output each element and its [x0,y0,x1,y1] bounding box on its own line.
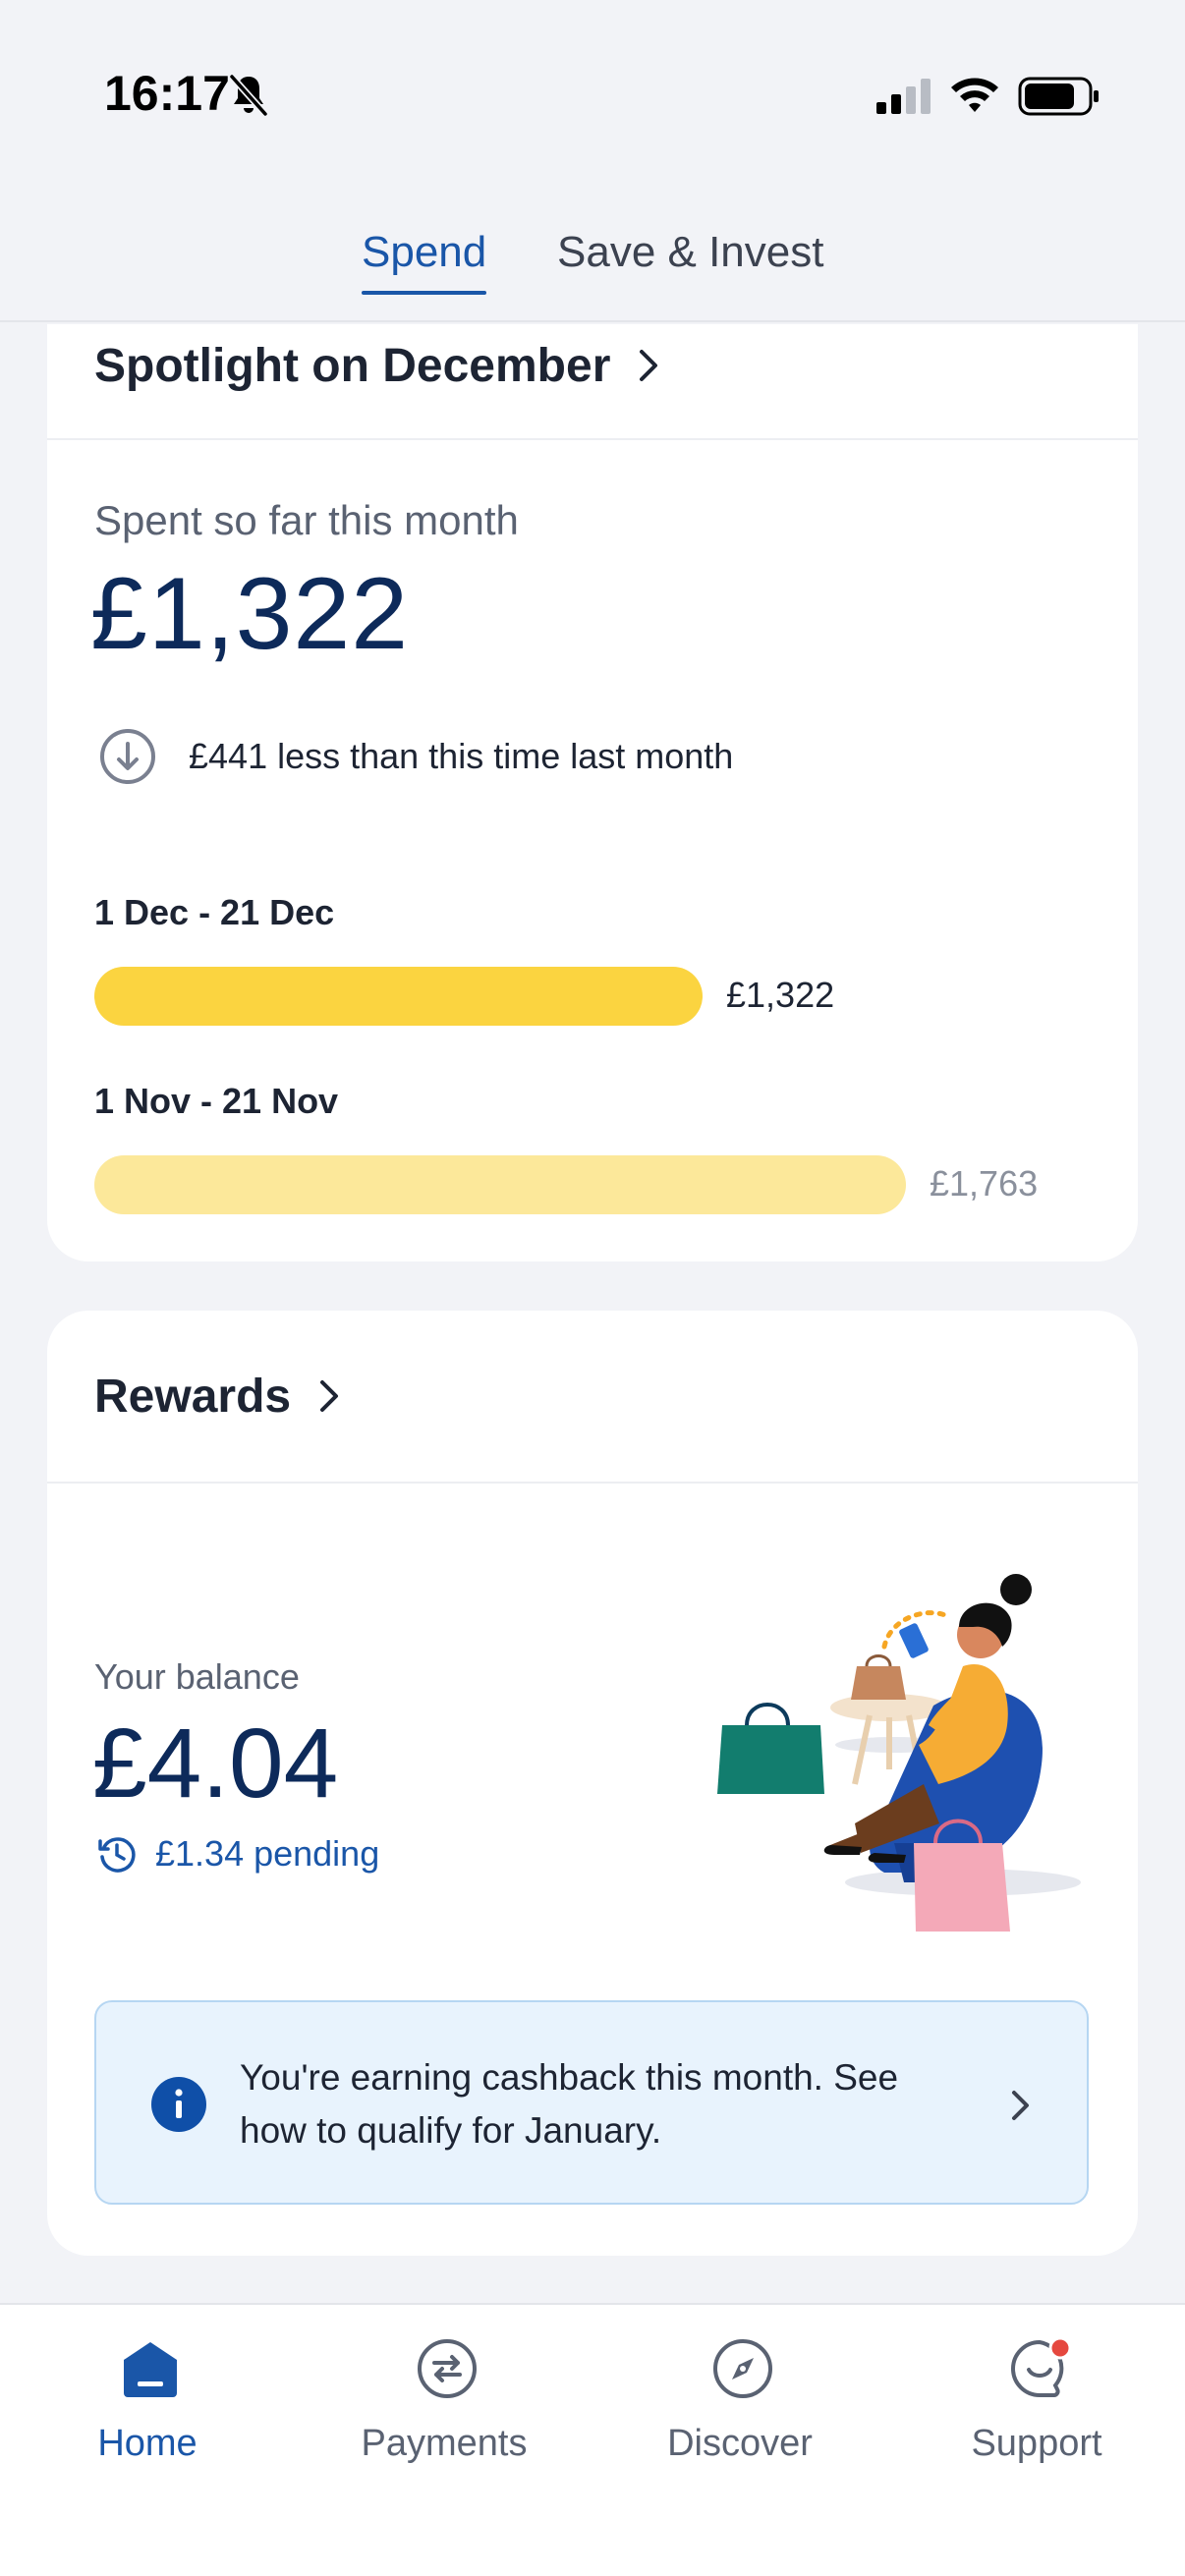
period-label-previous: 1 Nov - 21 Nov [94,1081,339,1121]
compass-icon [713,2339,772,2398]
spotlight-header[interactable]: Spotlight on December [47,324,1138,440]
nav-label-payments: Payments [361,2423,528,2464]
clock-history-icon [98,1837,136,1873]
spotlight-card: Spotlight on December Spent so far this … [47,324,1138,1261]
spent-label: Spent so far this month [94,497,519,543]
tab-save-invest[interactable]: Save & Invest [557,228,823,277]
balance-label: Your balance [94,1656,300,1697]
chevron-right-icon [1012,2091,1029,2120]
spent-amount: £1,322 [90,557,410,671]
pending-row: £1.34 pending [96,1833,379,1875]
spend-bar-current [94,967,703,1026]
bell-muted-icon [229,74,268,117]
spend-value-current: £1,322 [726,975,835,1015]
nav-item-discover[interactable]: Discover [592,2305,887,2501]
period-label-current: 1 Dec - 21 Dec [94,892,335,932]
arrow-down-circle-icon [100,729,155,784]
chevron-right-icon [640,350,658,381]
spend-comparison: £441 less than this time last month [98,727,733,786]
tab-spend[interactable]: Spend [362,228,487,295]
info-icon [151,2077,206,2132]
cashback-info-text: You're earning cashback this month. See … [240,2057,899,2151]
tab-save-invest-label: Save & Invest [557,228,824,276]
rewards-header[interactable]: Rewards [47,1311,1138,1484]
status-time: 16:17 [104,66,230,121]
nav-label-home: Home [97,2423,198,2464]
top-tabs: Spend Save & Invest [0,218,1185,322]
status-bar: 16:17 [0,0,1185,187]
comparison-text: £441 less than this time last month [189,736,734,776]
transfer-icon [418,2339,477,2398]
rewards-title: Rewards [94,1370,292,1423]
chat-icon [1011,2336,1072,2397]
spotlight-title: Spotlight on December [94,339,611,392]
nav-label-support: Support [971,2423,1102,2464]
wifi-icon [951,78,998,112]
rewards-card: Rewards Your balance £4.04 £1.34 pending [47,1311,1138,2256]
spend-bar-previous [94,1155,906,1214]
tab-spend-label: Spend [362,228,487,276]
nav-item-payments[interactable]: Payments [297,2305,592,2501]
notification-dot [1048,2336,1072,2360]
spend-value-previous: £1,763 [930,1163,1039,1204]
pending-text: £1.34 pending [155,1833,380,1874]
shopping-illustration [717,1574,1081,1932]
nav-item-support[interactable]: Support [889,2305,1184,2501]
active-tab-indicator [362,291,487,295]
nav-item-home[interactable]: Home [0,2305,295,2501]
chevron-right-icon [320,1380,339,1412]
nav-label-discover: Discover [667,2423,813,2464]
cashback-info-banner[interactable]: You're earning cashback this month. See … [94,2000,1089,2205]
balance-amount: £4.04 [92,1708,339,1819]
home-icon [124,2342,177,2397]
bottom-navigation: Home Payments Discover Support [0,2303,1185,2576]
battery-icon [1018,77,1099,116]
cellular-signal-icon [876,79,931,114]
